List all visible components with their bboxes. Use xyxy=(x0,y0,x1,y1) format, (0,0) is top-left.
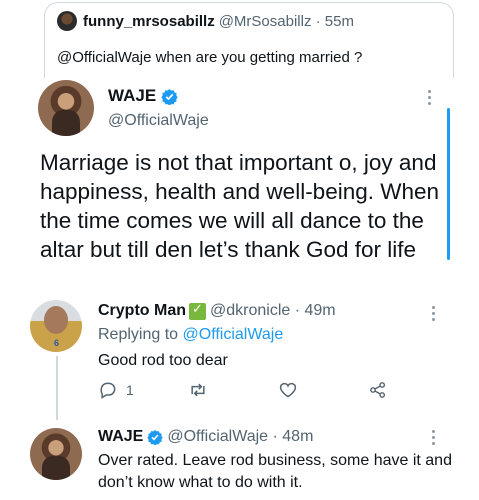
more-options-icon[interactable] xyxy=(432,430,436,448)
heart-icon xyxy=(279,382,297,398)
reply-button[interactable]: 1 xyxy=(98,380,134,400)
reply-header: Crypto Man @dkronicle · 49m xyxy=(98,302,336,320)
main-author-name[interactable]: WAJE xyxy=(108,86,156,106)
quoted-user-avatar[interactable] xyxy=(57,11,77,31)
reply-author-avatar[interactable] xyxy=(30,300,82,352)
main-author-handle[interactable]: @OfficialWaje xyxy=(108,112,209,130)
reply-author-handle-time: @OfficialWaje · 48m xyxy=(167,428,314,445)
reply-action-bar: 1 xyxy=(98,380,388,402)
quoted-user-handle-time: @MrSosabillz · 55m xyxy=(218,12,354,30)
reply-author-handle-time: @dkronicle · 49m xyxy=(210,302,336,319)
replying-to-line: Replying to @OfficialWaje xyxy=(98,326,283,344)
replying-to-label: Replying to xyxy=(98,326,179,343)
reply-author-name[interactable]: WAJE xyxy=(98,428,143,446)
reply-text: Over rated. Leave rod business, some hav… xyxy=(98,452,452,491)
share-button[interactable] xyxy=(368,380,388,400)
main-tweet-text: Marriage is not that important o, joy an… xyxy=(40,150,440,262)
scrollbar[interactable] xyxy=(447,108,450,260)
retweet-button[interactable] xyxy=(188,380,208,400)
quoted-tweet-text: @OfficialWaje when are you getting marri… xyxy=(57,49,363,66)
reply-author-avatar[interactable] xyxy=(30,428,82,480)
share-icon xyxy=(370,382,386,398)
verified-badge-icon xyxy=(161,88,178,105)
main-author-name-row: WAJE xyxy=(108,86,178,106)
quoted-tweet-header: funny_mrsosabillz @MrSosabillz · 55m xyxy=(57,11,354,31)
comment-icon xyxy=(100,382,116,399)
check-emoji-icon xyxy=(189,302,206,320)
verified-badge-icon xyxy=(147,430,164,445)
quoted-tweet-card[interactable]: funny_mrsosabillz @MrSosabillz · 55m @Of… xyxy=(44,2,454,78)
retweet-icon xyxy=(191,383,205,397)
more-options-icon[interactable] xyxy=(428,90,432,108)
thread-connector-line xyxy=(56,356,58,420)
main-author-avatar[interactable] xyxy=(38,80,94,136)
reply-author-name[interactable]: Crypto Man xyxy=(98,302,186,320)
more-options-icon[interactable] xyxy=(432,306,436,324)
replying-to-mention-link[interactable]: @OfficialWaje xyxy=(183,326,284,343)
reply-text: Good rod too dear xyxy=(98,352,228,369)
quoted-user-name[interactable]: funny_mrsosabillz xyxy=(83,13,215,30)
like-button[interactable] xyxy=(278,380,298,400)
reply-count: 1 xyxy=(126,382,134,398)
reply-header: WAJE @OfficialWaje · 48m xyxy=(98,428,313,446)
